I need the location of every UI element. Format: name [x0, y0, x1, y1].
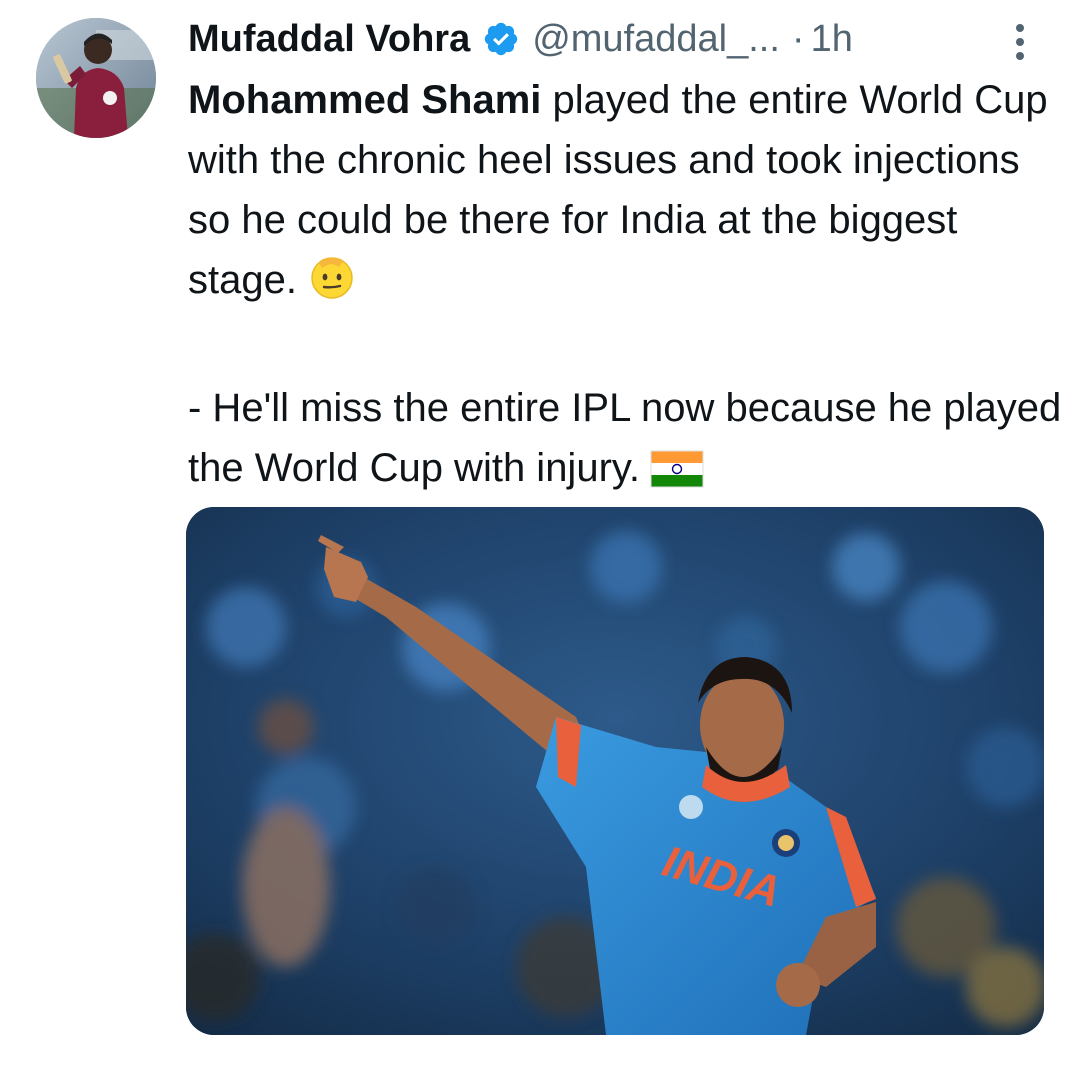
paragraph-2-text: - He'll miss the entire IPL now because … [188, 386, 1062, 490]
tweet-timestamp[interactable]: 1h [811, 14, 853, 64]
mentioned-player-name: Mohammed Shami [188, 78, 542, 122]
tweet-paragraph-2: - He'll miss the entire IPL now because … [188, 378, 1068, 506]
more-options-icon[interactable] [1010, 22, 1030, 62]
verified-badge-icon [482, 20, 520, 58]
author-display-name[interactable]: Mufaddal Vohra [188, 14, 470, 64]
separator-dot: · [791, 18, 805, 60]
india-flag-emoji [650, 446, 704, 506]
saluting-face-emoji [307, 251, 357, 318]
tweet-media-photo[interactable]: INDIA [186, 507, 1044, 1035]
tweet-header: Mufaddal Vohra @mufaddal_... · 1h [188, 14, 853, 64]
author-avatar[interactable] [36, 18, 156, 138]
author-handle[interactable]: @mufaddal_... [532, 14, 780, 64]
tweet-paragraph-1: Mohammed Shami played the entire World C… [188, 70, 1068, 318]
tweet-text: Mohammed Shami played the entire World C… [188, 70, 1068, 506]
